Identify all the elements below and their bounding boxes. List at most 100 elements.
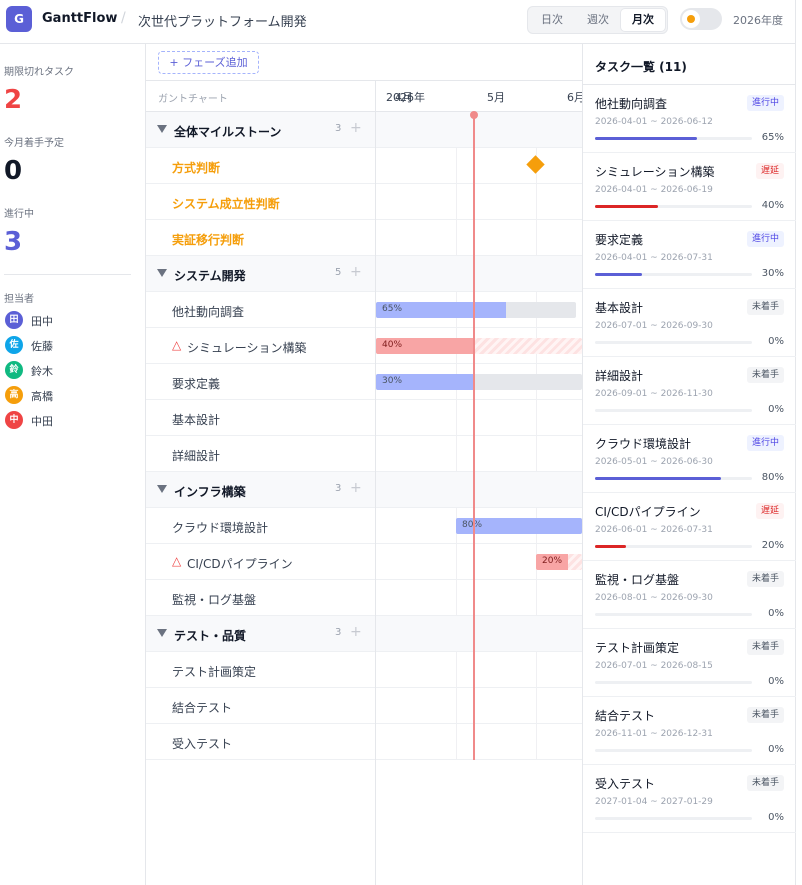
status-badge: 未着手 (746, 707, 784, 723)
fiscal-year-label: 2026年度 (733, 14, 783, 27)
theme-toggle[interactable] (680, 8, 722, 30)
task-card-dates: 2026-08-01 ~ 2026-09-30 (595, 593, 713, 603)
task-row[interactable]: 詳細設計 (146, 436, 582, 472)
phase-row[interactable]: 全体マイルストーン 3 + (146, 112, 582, 148)
project-title[interactable]: 次世代プラットフォーム開発 (138, 11, 307, 30)
progress-percent: 40% (761, 200, 784, 211)
gantt-header-label: ガントチャート (158, 94, 228, 105)
task-card-name: CI/CDパイプライン (595, 505, 701, 519)
task-card[interactable]: クラウド環境設計 進行中 2026-05-01 ~ 2026-06-30 80% (583, 425, 796, 493)
task-row[interactable]: 要求定義 30% (146, 364, 582, 400)
progress-bar-fill (595, 273, 643, 276)
task-card-name: 詳細設計 (595, 369, 644, 383)
task-card[interactable]: 要求定義 進行中 2026-04-01 ~ 2026-07-31 30% (583, 221, 796, 289)
inprogress-count: 3 (4, 227, 23, 257)
task-name: テスト計画策定 (172, 665, 257, 679)
task-card[interactable]: テスト計画策定 未着手 2026-07-01 ~ 2026-08-15 0% (583, 629, 796, 697)
task-card[interactable]: シミュレーション構築 遅延 2026-04-01 ~ 2026-06-19 40% (583, 153, 796, 221)
stats-divider (4, 274, 131, 275)
sun-icon (687, 15, 695, 23)
add-task-icon[interactable]: + (350, 264, 362, 280)
task-card-name: 監視・ログ基盤 (595, 573, 680, 587)
collapse-caret-icon[interactable] (157, 485, 167, 493)
view-daily-button[interactable]: 日次 (530, 9, 574, 31)
view-weekly-button[interactable]: 週次 (576, 9, 620, 31)
task-card-name: 受入テスト (595, 777, 656, 791)
task-row[interactable]: 監視・ログ基盤 (146, 580, 582, 616)
progress-percent: 0% (768, 336, 784, 347)
task-card[interactable]: 他社動向調査 進行中 2026-04-01 ~ 2026-06-12 65% (583, 85, 796, 153)
progress-bar-fill (595, 137, 698, 140)
status-badge: 未着手 (746, 571, 784, 587)
task-card[interactable]: 監視・ログ基盤 未着手 2026-08-01 ~ 2026-09-30 0% (583, 561, 796, 629)
bar-progress-label: 80% (462, 520, 483, 530)
progress-bar-fill (595, 545, 627, 548)
task-row[interactable]: 受入テスト (146, 724, 582, 760)
app-logo[interactable]: G (6, 6, 32, 32)
add-task-icon[interactable]: + (350, 480, 362, 496)
column-divider[interactable] (375, 80, 376, 885)
milestone-row[interactable]: 実証移行判断 (146, 220, 582, 256)
task-card[interactable]: 詳細設計 未着手 2026-09-01 ~ 2026-11-30 0% (583, 357, 796, 425)
task-row[interactable]: 基本設計 (146, 400, 582, 436)
app-name: GanttFlow (42, 11, 118, 26)
task-row[interactable]: △ シミュレーション構築 40% (146, 328, 582, 364)
add-phase-button[interactable]: + フェーズ追加 (158, 51, 259, 74)
status-badge: 遅延 (755, 503, 784, 519)
month-label-jun: 6月 (567, 91, 582, 104)
task-row[interactable]: クラウド環境設計 80% (146, 508, 582, 544)
task-name: クラウド環境設計 (172, 521, 269, 535)
phase-task-count: 5 (335, 267, 342, 278)
task-card[interactable]: 結合テスト 未着手 2026-11-01 ~ 2026-12-31 0% (583, 697, 796, 765)
add-task-icon[interactable]: + (350, 624, 362, 640)
today-marker-icon (470, 111, 478, 119)
task-name: CI/CDパイプライン (187, 557, 293, 571)
task-bar[interactable]: 30% (376, 374, 582, 390)
warning-icon: △ (172, 338, 182, 352)
task-card[interactable]: 基本設計 未着手 2026-07-01 ~ 2026-09-30 0% (583, 289, 796, 357)
task-card-name: 要求定義 (595, 233, 644, 247)
task-bar[interactable]: 40% (376, 338, 582, 354)
progress-bar (595, 341, 752, 344)
task-row[interactable]: テスト計画策定 (146, 652, 582, 688)
task-name: 受入テスト (172, 737, 233, 751)
avatar: 高 (5, 386, 23, 404)
task-card[interactable]: CI/CDパイプライン 遅延 2026-06-01 ~ 2026-07-31 20% (583, 493, 796, 561)
phase-row[interactable]: システム開発 5 + (146, 256, 582, 292)
avatar: 佐 (5, 336, 23, 354)
status-badge: 進行中 (746, 435, 784, 451)
phase-row[interactable]: テスト・品質 3 + (146, 616, 582, 652)
phase-task-count: 3 (335, 483, 342, 494)
progress-percent: 0% (768, 676, 784, 687)
task-row[interactable]: 結合テスト (146, 688, 582, 724)
progress-bar (595, 613, 752, 616)
progress-percent: 0% (768, 744, 784, 755)
milestone-row[interactable]: システム成立性判断 (146, 184, 582, 220)
status-badge: 未着手 (746, 299, 784, 315)
milestone-row[interactable]: 方式判断 (146, 148, 582, 184)
task-row[interactable]: △ CI/CDパイプライン 20% (146, 544, 582, 580)
bar-progress-label: 65% (382, 304, 403, 314)
task-bar[interactable]: 65% (376, 302, 576, 318)
task-name: 基本設計 (172, 413, 221, 427)
progress-bar (595, 749, 752, 752)
task-card-dates: 2026-05-01 ~ 2026-06-30 (595, 457, 713, 467)
progress-percent: 30% (761, 268, 784, 279)
task-bar[interactable]: 20% (536, 554, 582, 570)
status-badge: 進行中 (746, 231, 784, 247)
phase-row[interactable]: インフラ構築 3 + (146, 472, 582, 508)
collapse-caret-icon[interactable] (157, 629, 167, 637)
task-card[interactable]: 受入テスト 未着手 2027-01-04 ~ 2027-01-29 0% (583, 765, 796, 833)
progress-bar-fill (595, 205, 658, 208)
progress-bar (595, 205, 752, 208)
collapse-caret-icon[interactable] (157, 269, 167, 277)
progress-percent: 65% (761, 132, 784, 143)
task-card-name: 結合テスト (595, 709, 656, 723)
starting-label: 今月着手予定 (4, 138, 64, 149)
view-monthly-button[interactable]: 月次 (621, 9, 665, 31)
add-task-icon[interactable]: + (350, 120, 362, 136)
status-badge: 未着手 (746, 367, 784, 383)
collapse-caret-icon[interactable] (157, 125, 167, 133)
task-row[interactable]: 他社動向調査 65% (146, 292, 582, 328)
task-name: 詳細設計 (172, 449, 221, 463)
